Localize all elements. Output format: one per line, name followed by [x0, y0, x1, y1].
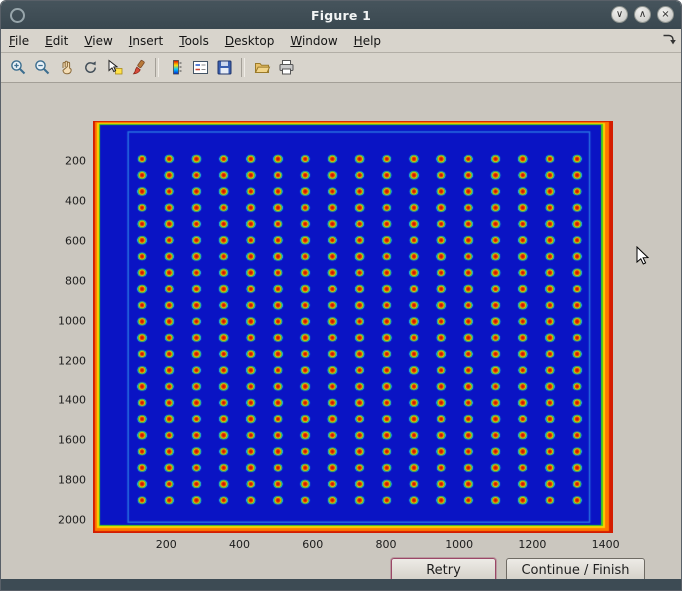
menu-item-desktop[interactable]: Desktop — [217, 31, 283, 51]
minimize-button[interactable]: ∨ — [611, 6, 628, 23]
figure-window: Figure 1 ∨ ∧ × FileEditViewInsertToolsDe… — [0, 0, 682, 591]
microarray-image — [93, 121, 613, 533]
pan-hand-icon[interactable] — [55, 57, 77, 79]
title-bar[interactable]: Figure 1 ∨ ∧ × — [1, 1, 681, 30]
x-tick-label: 1000 — [445, 538, 473, 551]
y-tick-label: 1200 — [58, 354, 86, 367]
maximize-button[interactable]: ∧ — [634, 6, 651, 23]
y-tick-label: 1600 — [58, 434, 86, 447]
y-tick-label: 1400 — [58, 394, 86, 407]
menu-bar: FileEditViewInsertToolsDesktopWindowHelp — [1, 29, 681, 53]
x-tick-label: 400 — [229, 538, 250, 551]
menu-items: FileEditViewInsertToolsDesktopWindowHelp — [1, 31, 389, 51]
menu-item-edit[interactable]: Edit — [37, 31, 76, 51]
menu-overflow-icon[interactable] — [662, 33, 676, 49]
axes — [93, 121, 613, 533]
menu-item-view[interactable]: View — [76, 31, 120, 51]
brush-icon[interactable] — [127, 57, 149, 79]
menu-item-window[interactable]: Window — [282, 31, 345, 51]
x-tick-label: 800 — [375, 538, 396, 551]
figure-canvas: 200 400 600 800 1000 1200 1400 1600 1800 2000 200 4… — [1, 83, 681, 579]
menu-item-file[interactable]: File — [1, 31, 37, 51]
window-controls: ∨ ∧ × — [611, 6, 674, 23]
save-icon[interactable] — [213, 57, 235, 79]
toolbar-separator — [155, 58, 159, 77]
x-tick-label: 1400 — [592, 538, 620, 551]
window-title: Figure 1 — [1, 8, 681, 23]
y-tick-label: 1800 — [58, 474, 86, 487]
y-tick-label: 600 — [65, 234, 86, 247]
print-icon[interactable] — [275, 57, 297, 79]
y-tick-label: 1000 — [58, 314, 86, 327]
y-tick-label: 200 — [65, 154, 86, 167]
y-tick-label: 800 — [65, 274, 86, 287]
colorbar-icon[interactable] — [165, 57, 187, 79]
zoom-out-icon[interactable] — [31, 57, 53, 79]
legend-icon[interactable] — [189, 57, 211, 79]
data-cursor-icon[interactable] — [103, 57, 125, 79]
x-tick-label: 200 — [156, 538, 177, 551]
close-button[interactable]: × — [657, 6, 674, 23]
figure-toolbar — [1, 53, 681, 83]
y-tick-label: 2000 — [58, 514, 86, 527]
menu-item-help[interactable]: Help — [346, 31, 389, 51]
x-tick-label: 1200 — [518, 538, 546, 551]
menu-item-insert[interactable]: Insert — [121, 31, 171, 51]
open-folder-icon[interactable] — [251, 57, 273, 79]
x-tick-label: 600 — [302, 538, 323, 551]
menu-item-tools[interactable]: Tools — [171, 31, 217, 51]
rotate-3d-icon[interactable] — [79, 57, 101, 79]
toolbar-separator — [241, 58, 245, 77]
zoom-in-icon[interactable] — [7, 57, 29, 79]
mouse-cursor-icon — [636, 246, 650, 269]
window-bottom-border — [1, 579, 681, 590]
y-tick-label: 400 — [65, 194, 86, 207]
